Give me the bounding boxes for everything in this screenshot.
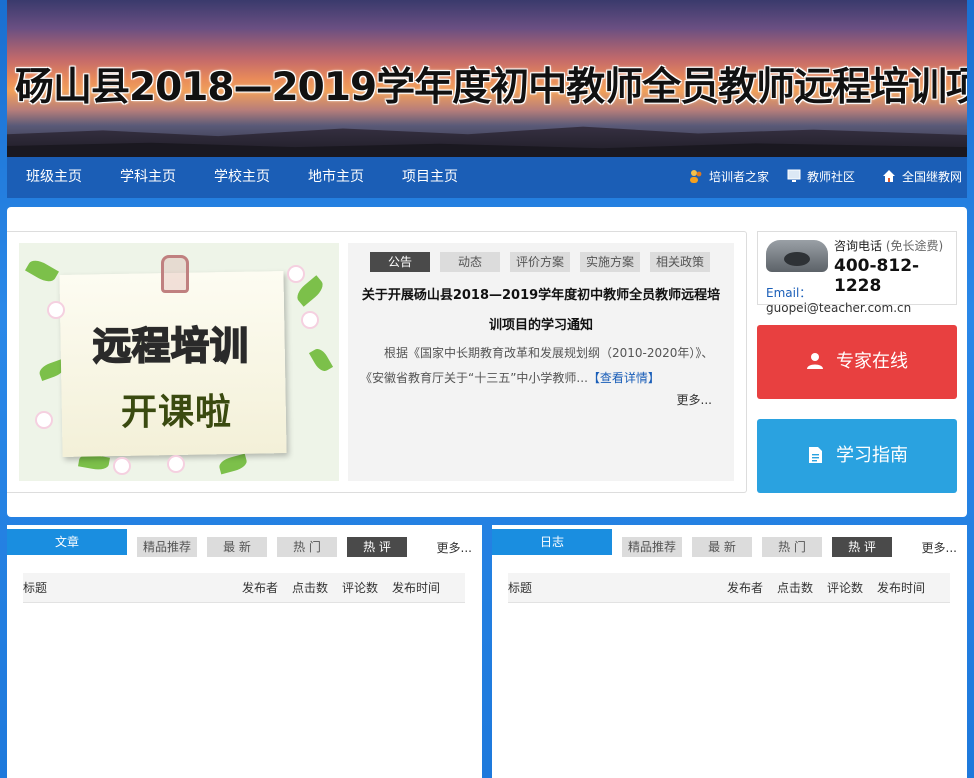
paper-clip-icon [161, 255, 189, 293]
main-panel: 远程培训 开课啦 公告 动态 评价方案 实施方案 相关政策 关于开展砀山县201… [7, 207, 967, 517]
col-publisher: 发布者 [727, 581, 764, 595]
articles-more-link[interactable]: 更多... [437, 539, 472, 556]
news-headline[interactable]: 关于开展砀山县2018—2019学年度初中教师全员教师远程培训项目的学习通知 [356, 281, 726, 341]
col-clicks: 点击数 [777, 581, 814, 595]
document-icon [809, 447, 822, 463]
home-icon [883, 170, 895, 182]
main-nav: 班级主页 学科主页 学校主页 地市主页 项目主页 培训者之家 教师社区 全国继教… [7, 157, 967, 198]
contact-email: Email：guopei@teacher.com.cn [766, 286, 912, 315]
header-banner: 砀山县2018—2019学年度初中教师全员教师远程培训项目 [7, 0, 967, 157]
contact-box: 咨询电话 (免长途费) 400-812-1228 Email：guopei@te… [757, 231, 957, 315]
promo-image[interactable]: 远程培训 开课啦 [19, 243, 339, 481]
tab-featured[interactable]: 精品推荐 [137, 537, 197, 557]
news-summary: 根据《国家中长期教育改革和发展规划纲（2010-2020年）》、《安徽省教育厅关… [360, 346, 714, 385]
hotline-label: 咨询电话 (免长途费) [834, 239, 944, 253]
tab-related-policies[interactable]: 相关政策 [650, 252, 710, 272]
tab-implementation-plan[interactable]: 实施方案 [580, 252, 640, 272]
col-publish-time: 发布时间 [877, 581, 926, 595]
tab-most-commented[interactable]: 热 评 [832, 537, 892, 557]
telephone-icon [766, 240, 828, 272]
col-title: 标题 [508, 581, 533, 595]
monitor-icon [787, 169, 801, 182]
tab-latest[interactable]: 最 新 [207, 537, 267, 557]
col-publisher: 发布者 [242, 581, 279, 595]
nav-school-home[interactable]: 学校主页 [214, 157, 270, 198]
tab-latest[interactable]: 最 新 [692, 537, 752, 557]
col-title: 标题 [23, 581, 48, 595]
tab-featured[interactable]: 精品推荐 [622, 537, 682, 557]
news-more-link[interactable]: 更多... [677, 391, 712, 408]
journals-panel: 日志 精品推荐 最 新 热 门 热 评 更多... 标题 发布者 点击数 评论数… [492, 525, 967, 778]
journals-title: 日志 [492, 529, 612, 555]
project-title: 砀山县2018—2019学年度初中教师全员教师远程培训项目 [15, 65, 967, 110]
journals-more-link[interactable]: 更多... [922, 539, 957, 556]
nav-national-edu-net[interactable]: 全国继教网 [882, 157, 962, 198]
promo-line1: 远程培训 [92, 323, 250, 369]
nav-subject-home[interactable]: 学科主页 [120, 157, 176, 198]
news-box: 公告 动态 评价方案 实施方案 相关政策 关于开展砀山县2018—2019学年度… [348, 243, 734, 481]
col-publish-time: 发布时间 [392, 581, 441, 595]
study-guide-button[interactable]: 学习指南 [757, 419, 957, 493]
tab-announcement[interactable]: 公告 [370, 252, 430, 272]
col-comments: 评论数 [827, 581, 864, 595]
tab-popular[interactable]: 热 门 [762, 537, 822, 557]
tab-most-commented[interactable]: 热 评 [347, 537, 407, 557]
tab-news[interactable]: 动态 [440, 252, 500, 272]
nav-city-home[interactable]: 地市主页 [308, 157, 364, 198]
view-details-link[interactable]: 【查看详情】 [588, 371, 660, 385]
tab-evaluation-plan[interactable]: 评价方案 [510, 252, 570, 272]
promo-line2: 开课啦 [121, 392, 233, 433]
articles-table-header: 标题 发布者 点击数 评论数 发布时间 [23, 573, 465, 603]
journals-table-header: 标题 发布者 点击数 评论数 发布时间 [508, 573, 950, 603]
nav-project-home[interactable]: 项目主页 [402, 157, 458, 198]
user-icon [807, 353, 823, 369]
nav-class-home[interactable]: 班级主页 [26, 157, 82, 198]
articles-title: 文章 [7, 529, 127, 555]
nav-trainer-home[interactable]: 培训者之家 [689, 157, 769, 198]
articles-panel: 文章 精品推荐 最 新 热 门 热 评 更多... 标题 发布者 点击数 评论数… [7, 525, 482, 778]
col-clicks: 点击数 [292, 581, 329, 595]
col-comments: 评论数 [342, 581, 379, 595]
nav-teacher-community[interactable]: 教师社区 [787, 157, 855, 198]
tab-popular[interactable]: 热 门 [277, 537, 337, 557]
people-icon [690, 170, 702, 183]
expert-online-button[interactable]: 专家在线 [757, 325, 957, 399]
